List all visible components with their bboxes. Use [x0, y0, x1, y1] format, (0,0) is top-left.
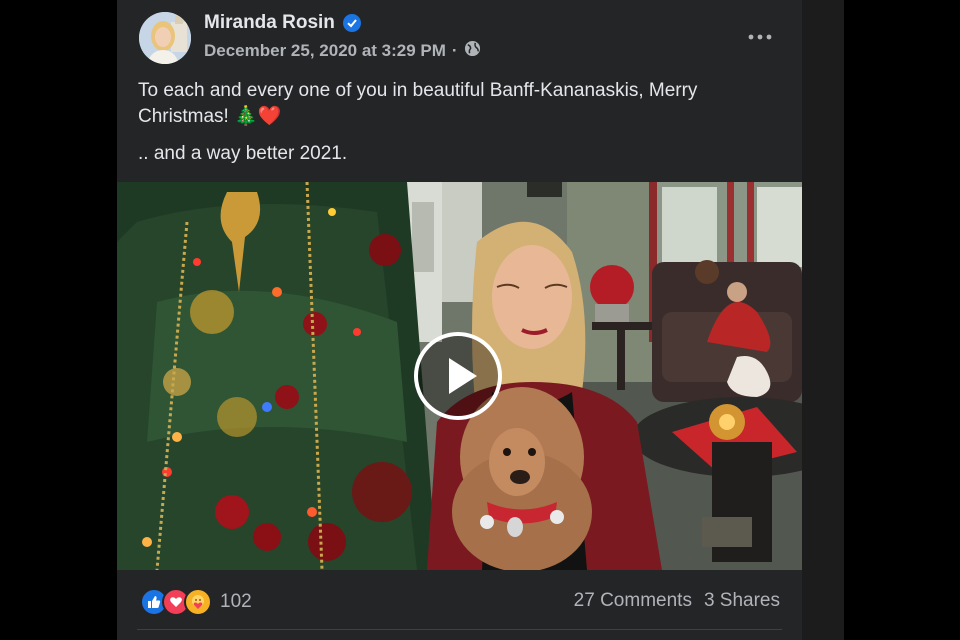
play-button[interactable]	[413, 331, 503, 421]
post-text-line2: .. and a way better 2021.	[138, 143, 348, 164]
background-strip	[802, 0, 844, 640]
globe-icon	[464, 40, 481, 62]
reactions-summary[interactable]: 102	[140, 588, 252, 616]
author-row: Miranda Rosin	[204, 12, 361, 34]
post-text-line1: To each and every one of you in beautifu…	[138, 80, 698, 127]
reaction-count: 102	[220, 591, 252, 612]
shares-link[interactable]: 3 Shares	[704, 590, 780, 612]
post-card: Miranda Rosin December 25, 2020 at 3:29 …	[117, 0, 802, 640]
divider	[137, 629, 782, 630]
more-options-icon[interactable]	[748, 20, 772, 46]
post-timestamp[interactable]: December 25, 2020 at 3:29 PM	[204, 41, 446, 61]
video-player[interactable]	[117, 182, 802, 570]
comments-link[interactable]: 27 Comments	[574, 590, 692, 612]
author-name[interactable]: Miranda Rosin	[204, 12, 335, 34]
verified-badge-icon	[342, 14, 361, 32]
play-icon	[414, 332, 502, 420]
avatar[interactable]	[139, 12, 191, 64]
post-meta: December 25, 2020 at 3:29 PM ·	[204, 40, 481, 62]
meta-separator: ·	[451, 41, 458, 60]
care-icon	[184, 588, 212, 616]
post-stats: 27 Comments 3 Shares	[574, 590, 780, 612]
